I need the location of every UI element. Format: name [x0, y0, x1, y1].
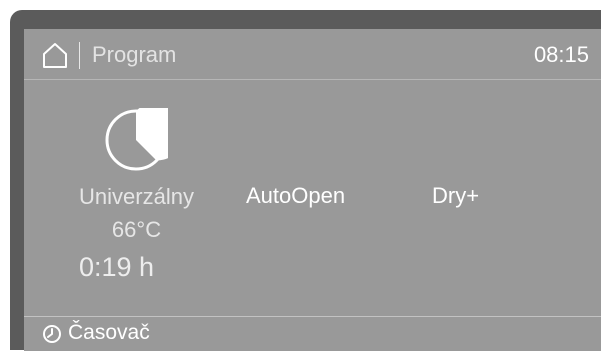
home-icon[interactable] — [42, 42, 68, 68]
program-pie-icon[interactable] — [104, 108, 168, 172]
timer-button[interactable]: Časovač — [24, 317, 601, 351]
program-temperature: 66°C — [111, 217, 162, 242]
appliance-display-bezel: Program 08:15 Univerzálny 66°C 0:19 h Au… — [10, 10, 601, 351]
autoopen-option[interactable]: AutoOpen — [246, 182, 345, 210]
program-duration: 0:19 h — [79, 252, 155, 282]
header-divider — [79, 42, 80, 69]
program-name: Univerzálny — [79, 184, 194, 209]
clock-icon — [43, 325, 61, 343]
header-divider-line — [24, 79, 601, 80]
timer-label: Časovač — [68, 321, 150, 344]
clock-time: 08:15 — [533, 42, 589, 67]
dry-plus-option[interactable]: Dry+ — [432, 182, 479, 210]
header-bar: Program 08:15 — [24, 29, 601, 79]
page-title: Program — [92, 42, 177, 67]
display-screen: Program 08:15 Univerzálny 66°C 0:19 h Au… — [24, 29, 601, 351]
